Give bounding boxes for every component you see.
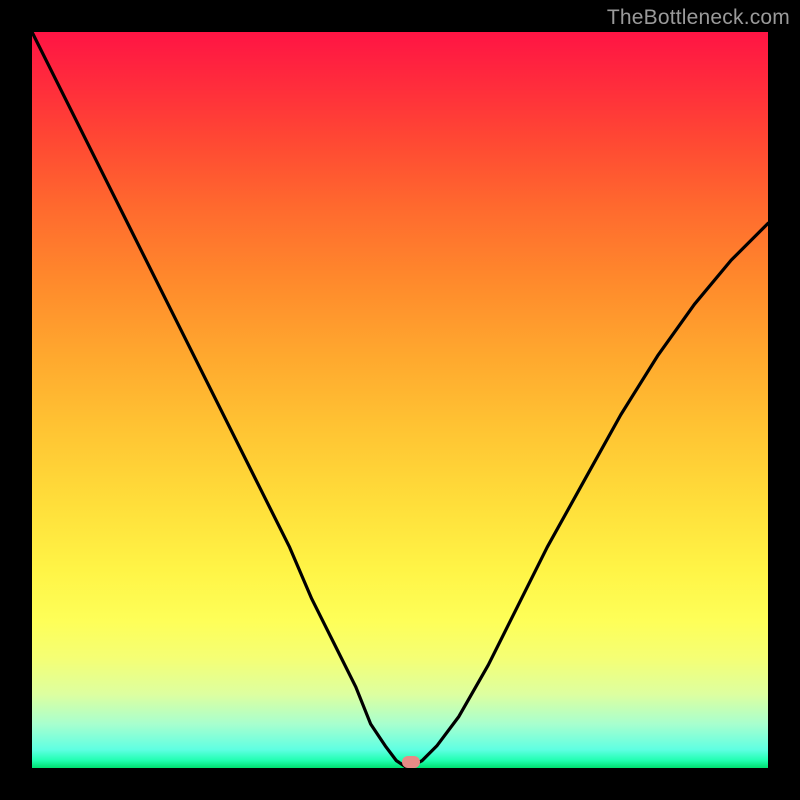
watermark-text: TheBottleneck.com [607, 6, 790, 30]
chart-frame: TheBottleneck.com [0, 0, 800, 800]
bottleneck-curve [32, 32, 768, 768]
plot-area [32, 32, 768, 768]
optimal-point-marker [402, 756, 420, 768]
